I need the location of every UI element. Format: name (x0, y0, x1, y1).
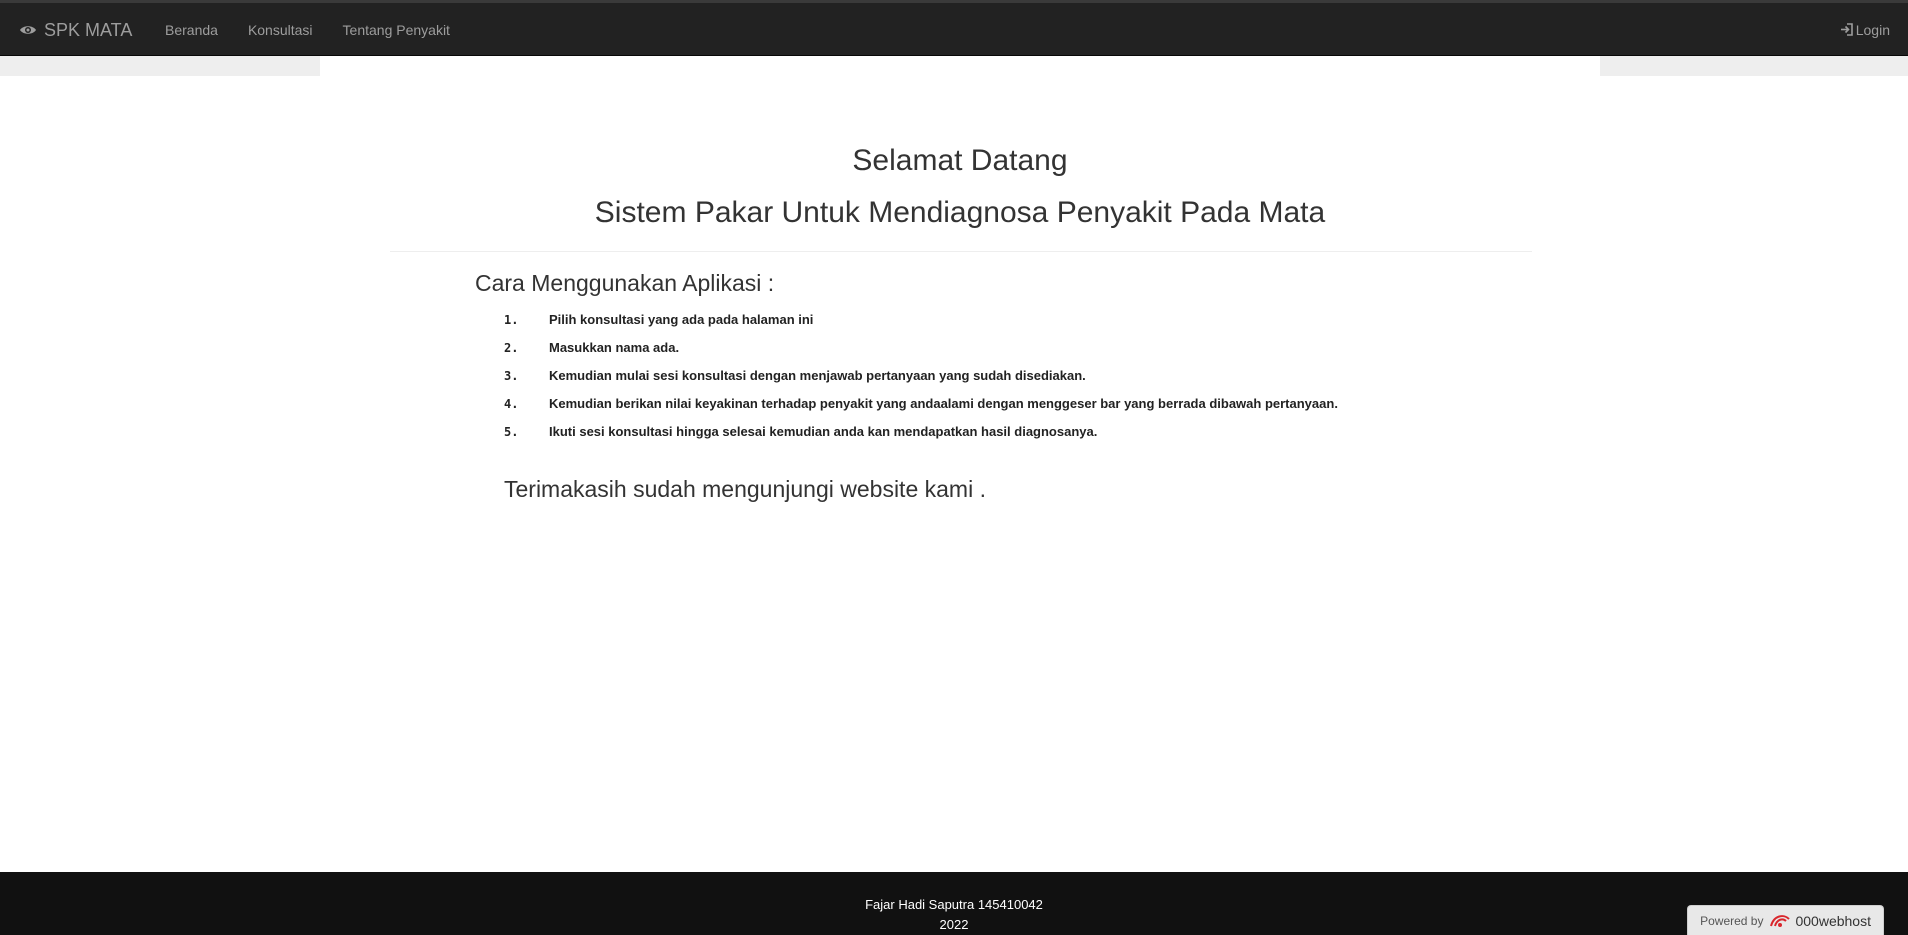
gutter-left (0, 56, 320, 76)
page: SPK MATA Beranda Konsultasi Tentang Peny… (0, 0, 1908, 935)
gutter-right (1600, 56, 1908, 76)
step-text: Ikuti sesi konsultasi hingga selesai kem… (549, 424, 1098, 439)
system-title: Sistem Pakar Untuk Mendiagnosa Penyakit … (594, 196, 1326, 229)
list-item: 5. Ikuti sesi konsultasi hingga selesai … (504, 424, 1338, 452)
eye-icon (18, 20, 38, 40)
step-text: Pilih konsultasi yang ada pada halaman i… (549, 312, 814, 327)
step-number: 4. (504, 397, 519, 411)
hosting-logo-icon (1769, 913, 1791, 929)
nav-item-konsultasi[interactable]: Konsultasi (233, 22, 328, 38)
list-item: 1. Pilih konsultasi yang ada pada halama… (504, 312, 1338, 340)
footer-author: Fajar Hadi Saputra 145410042 (865, 897, 1043, 912)
footer: Fajar Hadi Saputra 145410042 2022 Powere… (0, 872, 1908, 935)
step-text: Masukkan nama ada. (549, 340, 680, 355)
badge-brand-label: 000webhost (1795, 912, 1871, 929)
list-item: 3. Kemudian mulai sesi konsultasi dengan… (504, 368, 1338, 396)
step-text: Kemudian mulai sesi konsultasi dengan me… (549, 368, 1086, 383)
step-number: 3. (504, 369, 519, 383)
welcome-heading: Selamat Datang (852, 144, 1068, 177)
divider (390, 251, 1532, 252)
top-navbar: SPK MATA Beranda Konsultasi Tentang Peny… (0, 0, 1908, 56)
step-number: 1. (504, 313, 519, 327)
step-number: 2. (504, 341, 519, 355)
list-item: 2. Masukkan nama ada. (504, 340, 1338, 368)
thanks-message: Terimakasih sudah mengunjungi website ka… (504, 476, 986, 502)
footer-text: Fajar Hadi Saputra 145410042 2022 (0, 895, 1908, 935)
steps-list: 1. Pilih konsultasi yang ada pada halama… (504, 312, 1338, 452)
nav-links: Beranda Konsultasi Tentang Penyakit (150, 3, 465, 56)
brand-label: SPK MATA (44, 19, 133, 40)
list-item: 4. Kemudian berikan nilai keyakinan terh… (504, 396, 1338, 424)
login-link[interactable]: Login (1840, 3, 1890, 56)
step-number: 5. (504, 425, 519, 439)
step-text: Kemudian berikan nilai keyakinan terhada… (549, 396, 1338, 411)
badge-powered-label: Powered by (1700, 913, 1764, 928)
login-icon (1840, 23, 1853, 36)
footer-year: 2022 (939, 917, 969, 932)
hosting-badge[interactable]: Powered by 000webhost (1687, 905, 1884, 935)
login-label: Login (1855, 21, 1890, 38)
howto-title: Cara Menggunakan Aplikasi : (475, 270, 775, 296)
brand-link[interactable]: SPK MATA (18, 18, 132, 42)
nav-item-beranda[interactable]: Beranda (150, 22, 233, 38)
nav-item-tentang-penyakit[interactable]: Tentang Penyakit (328, 22, 465, 38)
